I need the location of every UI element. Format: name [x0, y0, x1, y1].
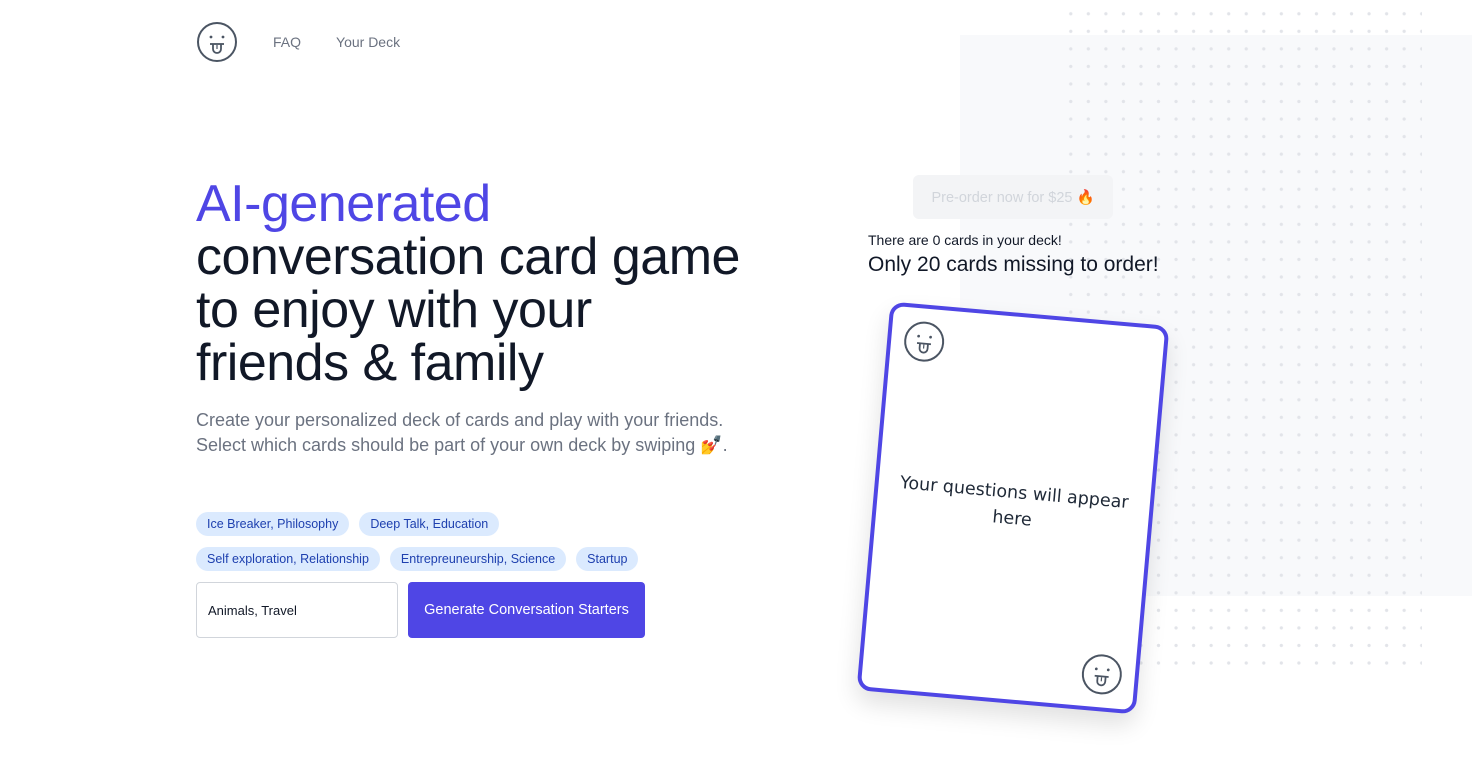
subtitle-line-1: Create your personalized deck of cards a… — [196, 410, 724, 430]
question-card[interactable]: Your questions will appear here — [856, 301, 1170, 715]
tag-row-1: Ice Breaker, Philosophy Deep Talk, Educa… — [196, 512, 716, 536]
hero-subtitle: Create your personalized deck of cards a… — [196, 408, 756, 458]
generate-button[interactable]: Generate Conversation Starters — [408, 582, 645, 638]
tag-ice-breaker-philosophy[interactable]: Ice Breaker, Philosophy — [196, 512, 350, 536]
nav-link-faq[interactable]: FAQ — [273, 34, 301, 50]
hero-section: AI-generated conversation card game to e… — [196, 178, 756, 458]
tag-deep-talk-education[interactable]: Deep Talk, Education — [359, 512, 500, 536]
title-rest: conversation card game to enjoy with you… — [196, 228, 740, 392]
tag-self-exploration-relationship[interactable]: Self exploration, Relationship — [196, 547, 380, 571]
tag-entrepreneurship-science[interactable]: Entrepreuneurship, Science — [389, 547, 567, 571]
title-accent: AI-generated — [196, 175, 491, 233]
tongue-face-icon — [1081, 654, 1122, 695]
top-nav: FAQ Your Deck — [196, 21, 400, 63]
topic-input[interactable] — [196, 582, 398, 638]
tongue-face-icon — [904, 321, 945, 362]
generate-form: Generate Conversation Starters — [196, 582, 645, 638]
deck-count-text: There are 0 cards in your deck! — [868, 232, 1062, 248]
page-title: AI-generated conversation card game to e… — [196, 178, 756, 390]
card-placeholder-text: Your questions will appear here — [899, 473, 1130, 531]
cards-missing-text: Only 20 cards missing to order! — [868, 253, 1159, 276]
tag-row-2: Self exploration, Relationship Entrepreu… — [196, 547, 716, 571]
topic-tags: Ice Breaker, Philosophy Deep Talk, Educa… — [196, 512, 716, 582]
tag-startup[interactable]: Startup — [576, 547, 639, 571]
subtitle-line-2: Select which cards should be part of you… — [196, 435, 728, 455]
preorder-button[interactable]: Pre-order now for $25 🔥 — [913, 175, 1113, 219]
nav-link-your-deck[interactable]: Your Deck — [336, 34, 400, 50]
tongue-face-icon[interactable] — [196, 21, 238, 63]
